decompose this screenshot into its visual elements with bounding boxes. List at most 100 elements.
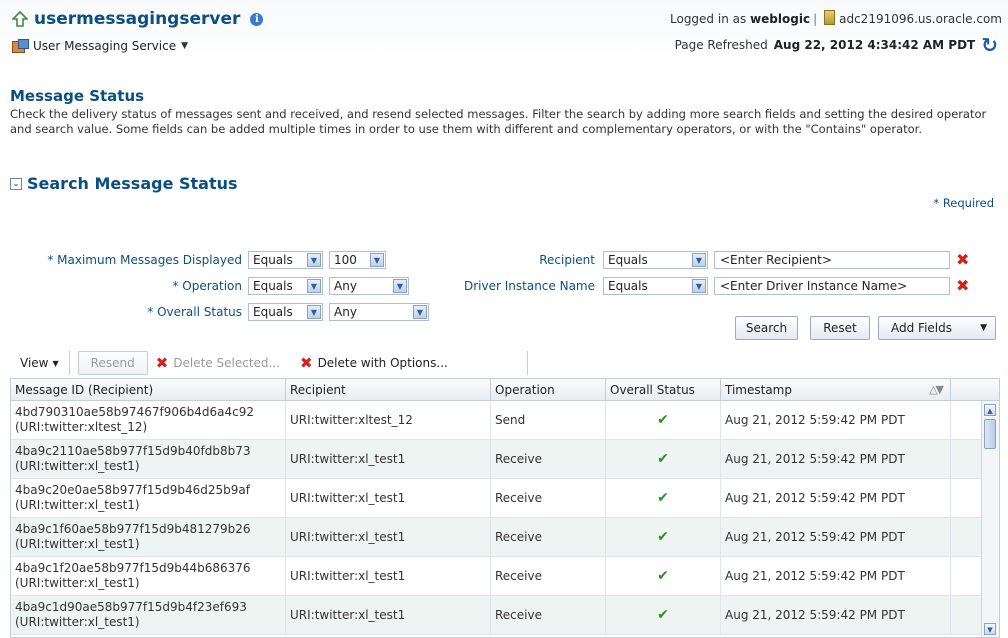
reset-button[interactable]: Reset xyxy=(810,316,870,340)
column-header-timestamp[interactable]: Timestamp △▼ xyxy=(721,379,951,400)
table-row[interactable]: 4ba9c1f20ae58b977f15d9b44b686376 (URI:twi… xyxy=(11,557,999,596)
view-menu-label[interactable]: View xyxy=(20,356,48,370)
chevron-down-icon[interactable]: ▼ xyxy=(413,305,427,319)
column-header-operation[interactable]: Operation xyxy=(491,379,606,400)
delete-with-options-label: Delete with Options... xyxy=(317,356,448,370)
chevron-down-icon[interactable]: ▼ xyxy=(393,279,407,293)
chevron-down-icon[interactable]: ▼ xyxy=(52,359,58,368)
overall-status-operator-select[interactable]: Equals ▼ xyxy=(248,303,323,321)
checkmark-icon: ✔ xyxy=(657,568,669,584)
recipient-operator-select[interactable]: Equals ▼ xyxy=(603,251,708,269)
message-id-cell: 4ba9c1d90ae58b977f15d9b4f23ef693 (URI:twi… xyxy=(11,596,286,634)
chevron-down-icon[interactable]: ▼ xyxy=(692,253,706,267)
search-button[interactable]: Search xyxy=(735,316,798,340)
resend-button[interactable]: Resend xyxy=(77,351,148,375)
table-row[interactable]: 4bd790310ae58b97467f906b4d6a4c92 (URI:twi… xyxy=(11,401,999,440)
message-id-cell: 4ba9c1f60ae58b977f15d9b481279b26 (URI:twi… xyxy=(11,518,286,556)
overall-status-value-select[interactable]: Any ▼ xyxy=(329,303,429,321)
message-id-cell: 4bd790310ae58b97467f906b4d6a4c92 (URI:twi… xyxy=(11,401,286,439)
chevron-down-icon[interactable]: ▼ xyxy=(307,279,321,293)
operation-cell: Receive xyxy=(491,557,606,595)
required-note: * Required xyxy=(933,196,994,210)
service-menu[interactable]: User Messaging Service ▼ xyxy=(12,39,188,53)
chevron-down-icon[interactable]: ▼ xyxy=(181,41,188,51)
driver-instance-label: Driver Instance Name xyxy=(464,279,595,293)
add-fields-button[interactable]: Add Fields ▼ xyxy=(878,316,996,340)
remove-field-icon[interactable]: ✖ xyxy=(956,252,969,268)
info-icon[interactable]: i xyxy=(250,12,264,26)
message-id-cell: 4ba9c1f20ae58b977f15d9b44b686376 (URI:twi… xyxy=(11,557,286,595)
checkmark-icon: ✔ xyxy=(657,412,669,428)
collapse-icon[interactable]: ⌄ xyxy=(10,177,22,190)
max-messages-value-select[interactable]: 100 ▼ xyxy=(329,251,386,269)
remove-field-icon[interactable]: ✖ xyxy=(956,278,969,294)
chevron-down-icon[interactable]: ▼ xyxy=(692,279,706,293)
toolbar-divider xyxy=(68,351,70,375)
view-menu[interactable]: View ▼ xyxy=(10,351,69,375)
status-cell: ✔ xyxy=(606,518,721,556)
operation-field: * Operation Equals ▼ Any ▼ xyxy=(10,277,409,295)
table-row[interactable]: 4ba9c1d90ae58b977f15d9b4f23ef693 (URI:twi… xyxy=(11,596,999,635)
operation-label: * Operation xyxy=(172,279,242,293)
required-star: * xyxy=(933,196,940,210)
add-fields-label: Add Fields xyxy=(891,321,952,335)
refreshed-label: Page Refreshed xyxy=(674,38,768,52)
operation-value-select[interactable]: Any ▼ xyxy=(329,277,409,295)
refreshed-time: Aug 22, 2012 4:34:42 AM PDT xyxy=(773,38,976,52)
max-messages-operator-select[interactable]: Equals ▼ xyxy=(248,251,323,269)
timestamp-cell: Aug 21, 2012 5:59:42 PM PDT xyxy=(721,596,951,634)
timestamp-cell: Aug 21, 2012 5:59:42 PM PDT xyxy=(721,518,951,556)
column-header-message-id[interactable]: Message ID (Recipient) xyxy=(11,379,286,400)
delete-selected-label: Delete Selected... xyxy=(173,356,280,370)
message-status-table: Message ID (Recipient) Recipient Operati… xyxy=(10,378,1000,638)
recipient-cell: URI:twitter:xltest_12 xyxy=(286,401,491,439)
table-row[interactable]: 4ba9c1f60ae58b977f15d9b481279b26 (URI:twi… xyxy=(11,518,999,557)
timestamp-cell: Aug 21, 2012 5:59:42 PM PDT xyxy=(721,479,951,517)
home-arrow-icon[interactable] xyxy=(12,11,28,27)
delete-icon: ✖ xyxy=(299,354,313,372)
recipient-field: Recipient Equals ▼ <Enter Recipient> ✖ xyxy=(430,251,969,269)
table-row[interactable]: 4ba9c20e0ae58b977f15d9b46d25b9af (URI:twi… xyxy=(11,479,999,518)
login-info: Logged in as weblogic | adc2191096.us.orac… xyxy=(670,10,1002,26)
operation-operator-select[interactable]: Equals ▼ xyxy=(248,277,323,295)
status-cell: ✔ xyxy=(606,479,721,517)
search-section-header[interactable]: ⌄ Search Message Status xyxy=(10,174,238,193)
scrollbar-thumb[interactable] xyxy=(984,419,996,449)
checkmark-icon: ✔ xyxy=(657,529,669,545)
table-toolbar: View ▼ Resend ✖ Delete Selected... ✖ Del… xyxy=(10,348,528,379)
operation-cell: Receive xyxy=(491,440,606,478)
scroll-down-icon[interactable]: ▼ xyxy=(984,623,996,635)
timestamp-header-label: Timestamp xyxy=(725,382,792,397)
message-id-cell: 4ba9c2110ae58b977f15d9b40fdb8b73 (URI:twi… xyxy=(11,440,286,478)
refresh-icon[interactable]: ↻ xyxy=(981,35,998,55)
chevron-down-icon[interactable]: ▼ xyxy=(307,253,321,267)
column-header-overall-status[interactable]: Overall Status xyxy=(606,379,721,400)
required-label: Required xyxy=(942,196,994,210)
app-title[interactable]: usermessagingserver xyxy=(34,9,240,29)
chevron-down-icon[interactable]: ▼ xyxy=(980,323,987,333)
driver-operator-select[interactable]: Equals ▼ xyxy=(603,277,708,295)
timestamp-cell: Aug 21, 2012 5:59:42 PM PDT xyxy=(721,557,951,595)
user-name[interactable]: weblogic xyxy=(750,12,810,26)
chevron-down-icon[interactable]: ▼ xyxy=(307,305,321,319)
recipient-cell: URI:twitter:xl_test1 xyxy=(286,440,491,478)
sort-arrows-icon[interactable]: △▼ xyxy=(929,383,944,396)
operation-cell: Send xyxy=(491,401,606,439)
driver-instance-input[interactable]: <Enter Driver Instance Name> xyxy=(714,277,950,295)
scroll-up-icon[interactable]: ▲ xyxy=(984,404,996,416)
recipient-input[interactable]: <Enter Recipient> xyxy=(714,251,950,269)
separator: | xyxy=(813,12,818,26)
chevron-down-icon[interactable]: ▼ xyxy=(370,253,384,267)
status-cell: ✔ xyxy=(606,440,721,478)
overall-status-label: * Overall Status xyxy=(147,305,242,319)
delete-with-options-button[interactable]: ✖ Delete with Options... xyxy=(290,351,458,375)
status-cell: ✔ xyxy=(606,596,721,634)
column-header-recipient[interactable]: Recipient xyxy=(286,379,491,400)
page-refreshed: Page Refreshed Aug 22, 2012 4:34:42 AM P… xyxy=(674,35,998,55)
max-messages-label: * Maximum Messages Displayed xyxy=(47,253,242,267)
table-scrollbar[interactable]: ▲ ▼ xyxy=(981,401,999,637)
toolbar-divider xyxy=(527,351,528,375)
table-row[interactable]: 4ba9c2110ae58b977f15d9b40fdb8b73 (URI:twi… xyxy=(11,440,999,479)
service-menu-label[interactable]: User Messaging Service xyxy=(33,39,176,53)
delete-selected-button[interactable]: ✖ Delete Selected... xyxy=(156,351,290,375)
